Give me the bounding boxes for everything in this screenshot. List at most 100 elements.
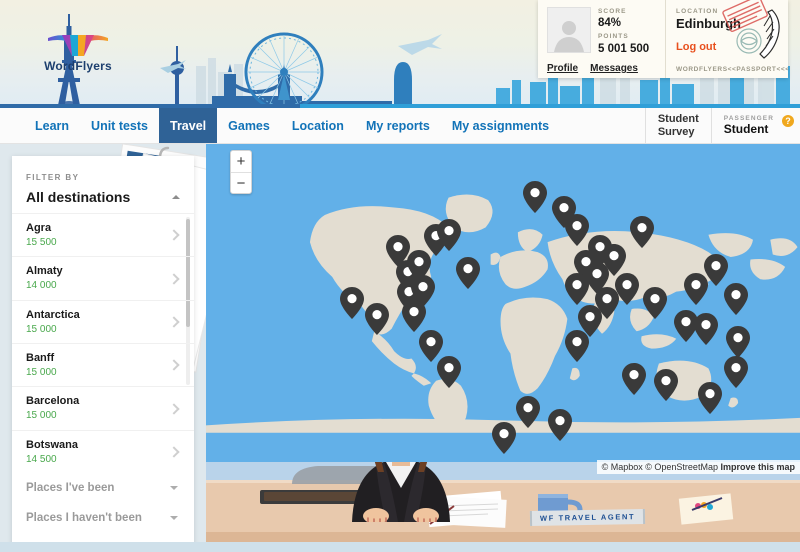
- destination-name: Barcelona: [26, 395, 80, 408]
- passport-profile-card: SCORE 84% POINTS 5 001 500 Profile Messa…: [538, 0, 788, 78]
- nav-item-location[interactable]: Location: [281, 108, 355, 143]
- travel-brochure-icon: [678, 493, 734, 525]
- app-logo[interactable]: WordFlyers: [30, 28, 126, 80]
- page-bottom-strip: [0, 542, 800, 552]
- desk-illustration: [206, 462, 800, 552]
- points-label: POINTS: [598, 33, 629, 41]
- passenger-label: PASSENGER: [723, 115, 774, 122]
- map-pin-marker[interactable]: [364, 302, 390, 336]
- score-value: 84%: [598, 17, 622, 30]
- nav-item-learn[interactable]: Learn: [24, 108, 80, 143]
- map-zoom-control: + −: [230, 150, 252, 194]
- travel-agent-avatar-icon: [352, 462, 450, 522]
- caret-down-icon: [170, 486, 178, 491]
- desk-nameplate: WF TRAVEL AGENT: [529, 508, 646, 527]
- world-map[interactable]: + − © Mapbox © OpenStreetMap Improve thi…: [206, 144, 800, 474]
- chevron-right-icon: [168, 316, 180, 328]
- survey-line-2: Survey: [657, 125, 695, 138]
- map-pin-marker[interactable]: [547, 408, 573, 442]
- section-label: Places I haven't been: [26, 512, 142, 525]
- destination-points: 15 000: [26, 323, 57, 335]
- map-pin-marker[interactable]: [653, 368, 679, 402]
- page-body: WORDFLYERS AIR LONDON ENGLAND FILTER BY …: [0, 144, 800, 552]
- chevron-right-icon: [168, 272, 180, 285]
- travel-agent-desk-scene: WF TRAVEL AGENT: [206, 462, 800, 552]
- avatar[interactable]: [547, 7, 591, 53]
- profile-link[interactable]: Profile: [547, 63, 578, 74]
- zoom-in-button[interactable]: +: [231, 151, 251, 172]
- destination-points: 15 000: [26, 410, 57, 422]
- nav-item-my-assignments[interactable]: My assignments: [441, 108, 560, 143]
- map-pin-marker[interactable]: [515, 395, 541, 429]
- attribution-mapbox[interactable]: © Mapbox: [602, 462, 643, 472]
- map-pin-marker[interactable]: [723, 282, 749, 316]
- map-pin-marker[interactable]: [723, 355, 749, 389]
- destination-points: 14 500: [26, 453, 57, 465]
- chevron-right-icon: [168, 402, 180, 415]
- zoom-out-button[interactable]: −: [231, 172, 251, 193]
- map-pin-marker[interactable]: [564, 272, 590, 306]
- all-destinations-dropdown[interactable]: All destinations: [26, 189, 180, 205]
- page-header: WordFlyers SCORE 84% POINTS 5 001 500 Pr…: [0, 0, 800, 110]
- nav-item-my-reports[interactable]: My reports: [355, 108, 441, 143]
- destination-name: Agra: [26, 222, 52, 234]
- passenger-name: Student: [723, 122, 769, 136]
- selected-filter-label: All destinations: [26, 189, 131, 205]
- question-mark-icon[interactable]: ?: [782, 115, 794, 127]
- passport-left-page: SCORE 84% POINTS 5 001 500 Profile Messa…: [538, 0, 666, 78]
- destination-filter-panel: FILTER BY All destinations Agra 15 500 A…: [12, 156, 194, 552]
- nav-item-travel[interactable]: Travel: [159, 108, 218, 143]
- chevron-right-icon: [168, 359, 180, 371]
- messages-link[interactable]: Messages: [590, 63, 638, 74]
- survey-line-1: Student: [657, 112, 699, 125]
- passport-mrz-text: WORDFLYERS<<PASSPORT<<<<<: [676, 66, 788, 73]
- destination-list: Agra 15 500 Almaty 14 000 Antarctica 15 …: [12, 213, 194, 473]
- map-pin-marker[interactable]: [629, 215, 655, 249]
- nav-items: Learn Unit tests Travel Games Location M…: [0, 108, 560, 143]
- attribution-osm[interactable]: © OpenStreetMap: [645, 462, 718, 472]
- destination-row-banff[interactable]: Banff 15 000: [12, 343, 194, 386]
- attribution-improve-map[interactable]: Improve this map: [720, 462, 795, 472]
- map-pin-marker[interactable]: [522, 180, 548, 214]
- panel-header: FILTER BY All destinations: [12, 156, 194, 211]
- map-pin-marker[interactable]: [436, 218, 462, 252]
- destination-name: Antarctica: [26, 308, 80, 321]
- map-pin-marker[interactable]: [455, 256, 481, 290]
- passport-feather-mark-icon: [759, 9, 780, 59]
- destination-points: 15 500: [26, 236, 57, 248]
- destination-row-antarctica[interactable]: Antarctica 15 000: [12, 299, 194, 343]
- destination-name: Almaty: [26, 265, 63, 278]
- map-pin-marker[interactable]: [577, 304, 603, 338]
- nav-item-unit-tests[interactable]: Unit tests: [80, 108, 159, 143]
- filter-section-places-i-havent-been[interactable]: Places I haven't been: [12, 503, 194, 533]
- map-pin-marker[interactable]: [436, 355, 462, 389]
- filter-section-places-ive-been[interactable]: Places I've been: [12, 473, 194, 503]
- student-survey-button[interactable]: Student Survey: [644, 108, 711, 143]
- destination-row-agra[interactable]: Agra 15 500: [12, 213, 194, 256]
- destination-row-barcelona[interactable]: Barcelona 15 000: [12, 386, 194, 429]
- destination-name: Botswana: [26, 438, 78, 451]
- map-attribution: © Mapbox © OpenStreetMap Improve this ma…: [596, 460, 800, 474]
- points-value: 5 001 500: [598, 42, 650, 55]
- destination-row-almaty[interactable]: Almaty 14 000: [12, 256, 194, 299]
- chevron-right-icon: [168, 446, 180, 458]
- nav-right-section: Student Survey PASSENGER Student ?: [644, 108, 800, 143]
- caret-down-icon: [170, 516, 178, 521]
- destination-name: Banff: [26, 352, 55, 365]
- map-pin-marker[interactable]: [697, 381, 723, 415]
- user-avatar-placeholder-icon: [554, 21, 584, 52]
- score-label: SCORE: [598, 8, 627, 15]
- section-label: Places I've been: [26, 482, 115, 495]
- wing-w-logo-icon: [48, 35, 108, 56]
- nav-item-games[interactable]: Games: [217, 108, 281, 143]
- filter-by-label: FILTER BY: [26, 173, 80, 182]
- map-pin-marker[interactable]: [642, 286, 668, 320]
- map-pin-marker[interactable]: [621, 362, 647, 396]
- main-navigation: Learn Unit tests Travel Games Location M…: [0, 108, 800, 144]
- map-pin-marker[interactable]: [339, 286, 365, 320]
- logo-text: WordFlyers: [44, 59, 112, 73]
- destination-row-botswana[interactable]: Botswana 14 500: [12, 429, 194, 473]
- passenger-info: PASSENGER Student ?: [710, 108, 800, 143]
- map-pin-marker[interactable]: [491, 421, 517, 455]
- map-pin-marker[interactable]: [693, 312, 719, 346]
